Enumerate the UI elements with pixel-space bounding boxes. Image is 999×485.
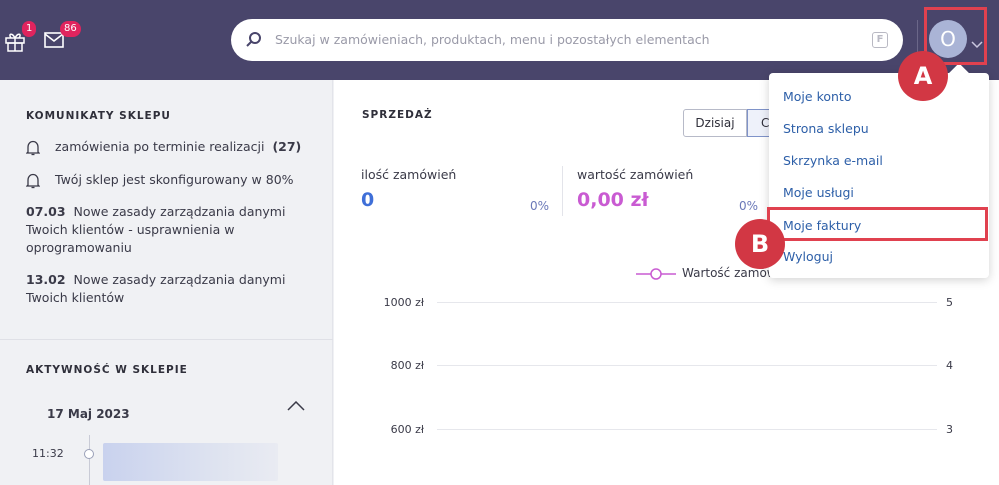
y2-axis-label: 3 <box>946 423 953 436</box>
y2-axis-label: 4 <box>946 359 953 372</box>
today-button[interactable]: Dzisiaj <box>683 109 747 137</box>
timeline-dot <box>84 449 94 459</box>
y-axis-label: 1000 zł <box>383 296 424 309</box>
orders-count-label: ilość zamówień <box>361 167 457 182</box>
news-date: 13.02 <box>26 272 66 287</box>
user-dropdown-menu: Moje konto Strona sklepu Skrzynka e-mail… <box>769 63 989 278</box>
alert-item[interactable]: zamówienia po terminie realizacji (27) <box>25 138 316 156</box>
news-item[interactable]: 07.03 Nowe zasady zarządzania danymi Twoi… <box>26 203 296 257</box>
stats-divider <box>562 166 563 216</box>
orders-count-value: 0 <box>361 189 375 211</box>
bell-icon <box>25 173 41 194</box>
grid-line <box>437 365 937 366</box>
alert-count: (27) <box>272 139 302 154</box>
store-messages-heading: KOMUNIKATY SKLEPU <box>26 110 171 122</box>
activity-time: 11:32 <box>32 447 64 460</box>
search-input[interactable]: Szukaj w zamówieniach, produktach, menu … <box>275 32 710 47</box>
top-bar: 1 86 Szukaj w zamówieniach, produktach, … <box>0 0 999 80</box>
menu-item-my-services[interactable]: Moje usługi <box>783 185 854 200</box>
y-axis-label: 800 zł <box>390 359 424 372</box>
y2-axis-label: 5 <box>946 296 953 309</box>
y-axis-label: 600 zł <box>390 423 424 436</box>
menu-item-logout[interactable]: Wyloguj <box>783 249 833 264</box>
annotation-marker-a: A <box>898 51 948 101</box>
chevron-up-icon[interactable] <box>287 396 305 415</box>
legend-line-marker-icon <box>636 268 676 283</box>
orders-value-change: 0% <box>739 199 759 213</box>
alert-item[interactable]: Twój sklep jest skonfigurowany w 80% <box>25 171 316 189</box>
menu-item-my-account[interactable]: Moje konto <box>783 89 851 104</box>
activity-entry-blurred[interactable] <box>103 443 278 481</box>
search-bar[interactable]: Szukaj w zamówieniach, produktach, menu … <box>231 19 903 61</box>
menu-item-store-page[interactable]: Strona sklepu <box>783 121 869 136</box>
timeline-line <box>89 435 90 485</box>
activity-date: 17 Maj 2023 <box>47 407 130 421</box>
left-panel: KOMUNIKATY SKLEPU zamówienia po terminie… <box>0 80 333 485</box>
search-icon <box>245 31 263 53</box>
bell-icon <box>25 140 41 161</box>
menu-item-email-inbox[interactable]: Skrzynka e-mail <box>783 153 883 168</box>
gift-badge: 1 <box>22 21 37 37</box>
orders-count-change: 0% <box>530 199 550 213</box>
activity-heading: AKTYWNOŚĆ W SKLEPIE <box>26 364 188 376</box>
grid-line <box>437 302 937 303</box>
annotation-marker-b: B <box>735 219 785 269</box>
search-shortcut-key: F <box>872 32 888 48</box>
news-item[interactable]: 13.02 Nowe zasady zarządzania danymi Twoi… <box>26 271 296 307</box>
mail-badge: 86 <box>60 21 81 37</box>
section-divider <box>0 339 333 340</box>
alert-text: Twój sklep jest skonfigurowany w 80% <box>55 172 294 187</box>
alert-text: zamówienia po terminie realizacji <box>55 139 265 154</box>
orders-value-label: wartość zamówień <box>577 167 694 182</box>
news-date: 07.03 <box>26 204 66 219</box>
orders-value-value: 0,00 zł <box>577 189 649 211</box>
sales-heading: SPRZEDAŻ <box>362 109 433 121</box>
grid-line <box>437 429 937 430</box>
highlight-box-b <box>767 207 988 241</box>
